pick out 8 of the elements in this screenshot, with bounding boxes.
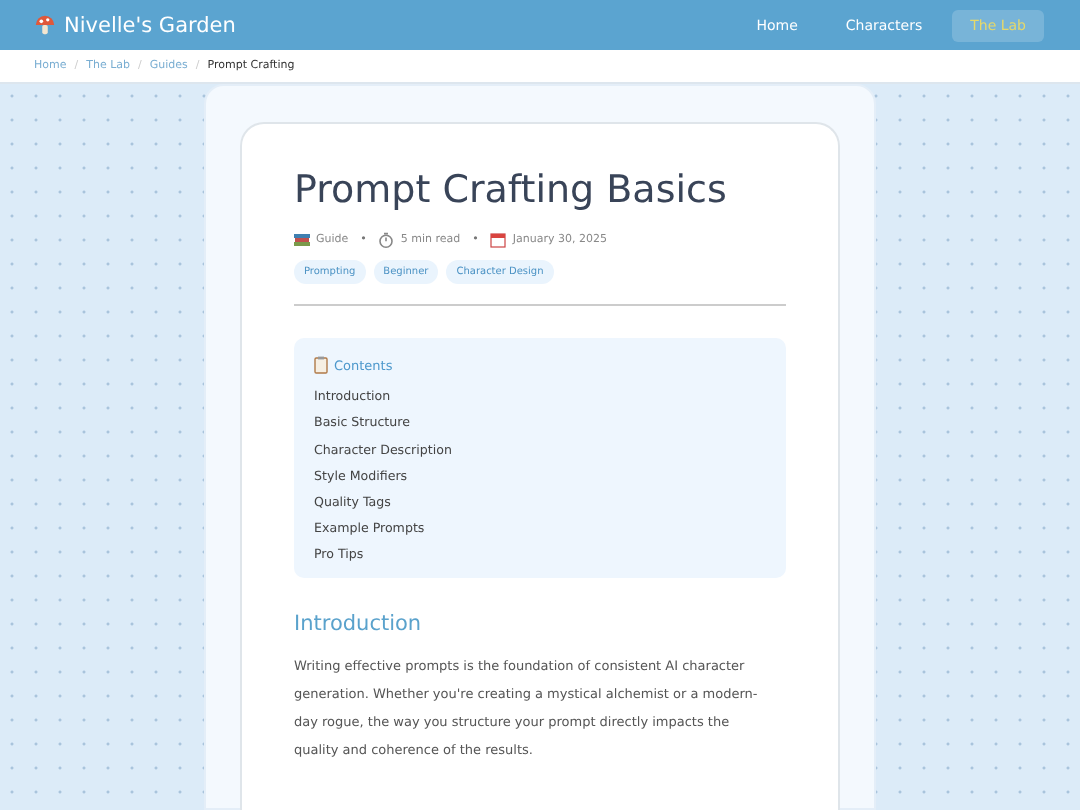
site-title[interactable]: Nivelle's Garden [64, 13, 236, 37]
calendar-icon [490, 232, 507, 248]
section-heading: Introduction [294, 612, 424, 637]
clipboard-icon [314, 356, 328, 374]
mushroom-icon [34, 14, 56, 36]
article-title: Prompt Crafting Basics [294, 168, 729, 212]
books-icon [294, 232, 310, 248]
stopwatch-icon [378, 232, 395, 248]
